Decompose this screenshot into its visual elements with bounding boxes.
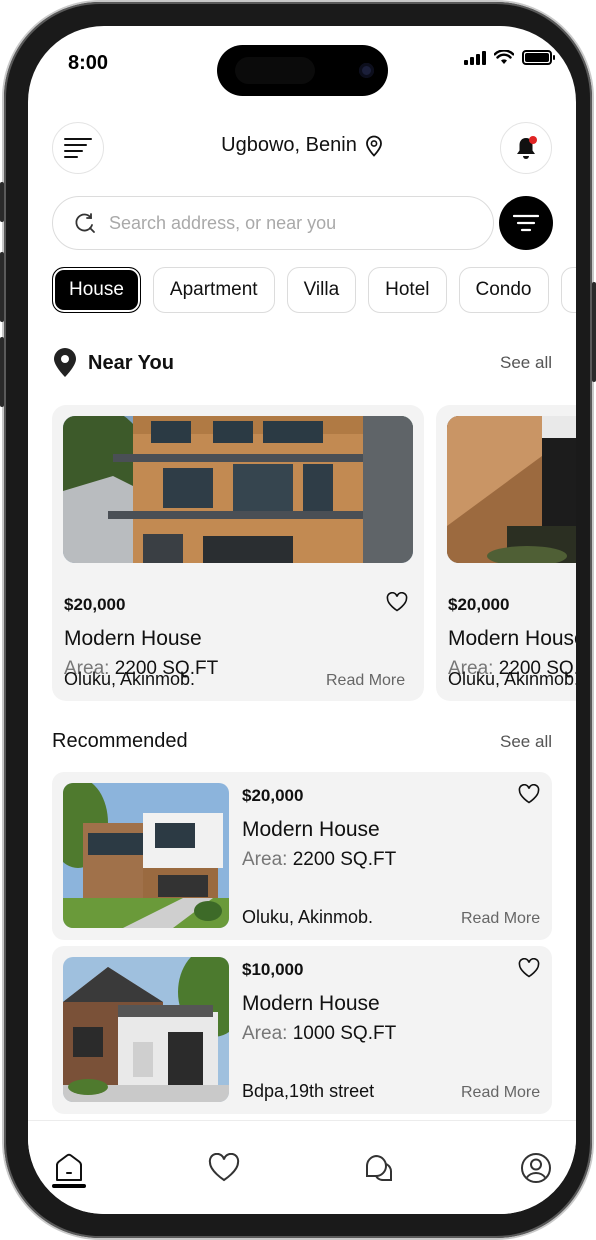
category-condo[interactable]: Condo — [458, 267, 549, 313]
volume-up-button — [0, 252, 4, 322]
nav-favorites[interactable] — [207, 1151, 241, 1185]
near-you-see-all[interactable]: See all — [500, 353, 552, 373]
chat-icon — [365, 1154, 392, 1182]
property-title: Modern House — [64, 627, 202, 650]
search-input[interactable] — [109, 212, 469, 234]
signal-icon — [464, 50, 486, 65]
map-pin-icon — [54, 348, 76, 377]
location-pin-icon — [365, 135, 382, 157]
recommended-card[interactable]: $10,000 Modern House Area: 1000 SQ.FT Bd… — [52, 946, 552, 1114]
front-camera — [359, 63, 374, 78]
category-villa[interactable]: Villa — [286, 267, 357, 313]
read-more-link[interactable]: Read More — [461, 1084, 540, 1102]
property-image — [63, 783, 229, 928]
bottom-nav — [28, 1120, 576, 1214]
property-location: Oluku, Akinmob. — [448, 669, 576, 689]
near-you-card[interactable]: $20,000 Modern House Area: 2200 SQ.FT — [52, 405, 424, 701]
read-more-link[interactable]: Read More — [461, 910, 540, 928]
recommended-title: Recommended — [52, 730, 188, 752]
recommended-card[interactable]: $20,000 Modern House Area: 2200 SQ.FT Ol… — [52, 772, 552, 940]
property-location: Oluku, Akinmob. — [64, 669, 196, 689]
notifications-button[interactable] — [500, 122, 552, 174]
property-image — [63, 416, 413, 563]
profile-icon — [521, 1153, 551, 1183]
property-area: Area: 2200 SQ.FT — [242, 849, 396, 871]
nav-active-indicator — [52, 1184, 86, 1188]
near-you-header: Near You See all — [52, 348, 552, 378]
screen: 8:00 Ugbowo, Benin Search address, or ne… — [28, 26, 576, 1214]
home-icon — [56, 1153, 82, 1181]
nav-home[interactable] — [52, 1151, 86, 1185]
near-you-label: Near You — [88, 351, 174, 374]
area-label: Area: — [242, 1023, 288, 1044]
area-value: 2200 SQ.FT — [292, 849, 397, 870]
nav-profile[interactable] — [519, 1151, 553, 1185]
island-sensor — [235, 57, 315, 84]
property-location: Oluku, Akinmob. — [242, 907, 374, 927]
property-price: $10,000 — [242, 960, 304, 979]
property-price: $20,000 — [242, 786, 304, 805]
nav-messages[interactable] — [362, 1151, 396, 1185]
phone-frame: 8:00 Ugbowo, Benin Search address, or ne… — [0, 2, 596, 1238]
category-chips: House Apartment Villa Hotel Condo — [52, 267, 576, 313]
property-title: Modern House — [242, 818, 380, 841]
status-icons — [464, 50, 555, 65]
filter-button[interactable] — [499, 196, 553, 250]
favorite-icon[interactable] — [518, 784, 540, 804]
property-title: Modern House — [242, 992, 380, 1015]
near-you-card[interactable]: $20,000 Modern House Area: 2200 SQ.FT — [436, 405, 576, 701]
category-more[interactable] — [560, 267, 576, 313]
location-selector[interactable]: Ugbowo, Benin — [28, 134, 576, 157]
property-image — [447, 416, 576, 563]
recommended-header: Recommended See all — [52, 730, 552, 753]
search-refresh-icon — [75, 213, 95, 233]
status-time: 8:00 — [68, 52, 109, 74]
property-location: Bdpa,19th street — [242, 1081, 375, 1101]
dynamic-island — [217, 45, 388, 96]
volume-down-button — [0, 337, 4, 407]
power-button — [592, 282, 596, 382]
action-button — [0, 182, 4, 222]
property-image — [63, 957, 229, 1102]
filter-icon — [513, 214, 539, 232]
category-house[interactable]: House — [52, 267, 141, 313]
notification-dot — [529, 136, 537, 144]
category-apartment[interactable]: Apartment — [152, 267, 275, 313]
near-you-title: Near You — [52, 348, 174, 378]
favorite-icon[interactable] — [518, 958, 540, 978]
recommended-see-all[interactable]: See all — [500, 732, 552, 752]
battery-icon — [522, 50, 555, 65]
property-price: $20,000 — [64, 595, 126, 614]
wifi-icon — [494, 50, 514, 64]
search-bar[interactable] — [52, 196, 494, 250]
area-label: Area: — [242, 849, 288, 870]
bell-icon — [517, 136, 537, 159]
property-title: Modern House — [448, 627, 576, 650]
read-more-link[interactable]: Read More — [326, 672, 405, 690]
category-hotel[interactable]: Hotel — [368, 267, 447, 313]
location-label: Ugbowo, Benin — [221, 134, 357, 156]
heart-icon — [208, 1153, 240, 1182]
area-value: 1000 SQ.FT — [292, 1023, 397, 1044]
property-area: Area: 1000 SQ.FT — [242, 1023, 396, 1045]
favorite-icon[interactable] — [386, 592, 408, 612]
property-price: $20,000 — [448, 595, 510, 614]
